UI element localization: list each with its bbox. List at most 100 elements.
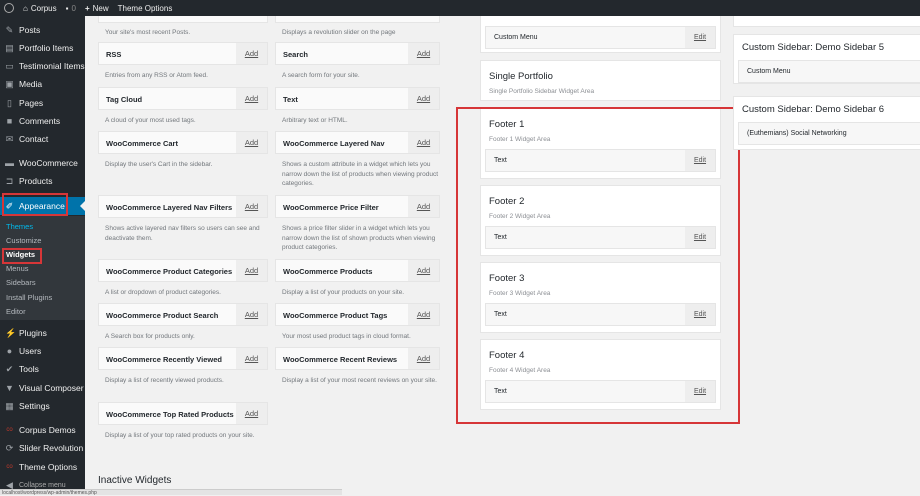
- available-widget[interactable]: WooCommerce Product Tags Add: [275, 303, 440, 326]
- add-widget-button[interactable]: Add: [236, 196, 267, 217]
- add-widget-button[interactable]: Add: [236, 304, 267, 325]
- widget-name: Custom Menu: [494, 34, 538, 41]
- available-widget[interactable]: WooCommerce Layered Nav Filters Add: [98, 195, 268, 218]
- widget-title: WooCommerce Products: [283, 267, 373, 276]
- menu-item-testimonial-items[interactable]: ▭ Testimonial Items: [0, 57, 85, 75]
- widget-title: WooCommerce Recently Viewed: [106, 355, 223, 364]
- add-widget-button[interactable]: Add: [408, 88, 439, 109]
- submenu-sidebars[interactable]: Sidebars: [6, 278, 36, 287]
- menu-label: Products: [19, 176, 53, 186]
- menu-item-pages[interactable]: ▯ Pages: [0, 94, 85, 112]
- site-name-link[interactable]: ⌂ Corpus: [23, 4, 57, 13]
- pin-icon: ✎: [5, 24, 14, 35]
- add-widget-button[interactable]: Add: [408, 348, 439, 369]
- sidebar-widget[interactable]: Custom Menu Edit: [485, 26, 716, 49]
- menu-item-products[interactable]: ⊐ Products: [0, 172, 85, 190]
- available-widget[interactable]: Text Add: [275, 87, 440, 110]
- available-widget[interactable]: WooCommerce Cart Add: [98, 131, 268, 154]
- add-widget-button[interactable]: Add: [408, 260, 439, 281]
- corpus-icon: co: [6, 426, 13, 433]
- plus-icon: +: [84, 3, 90, 13]
- wordpress-logo-icon[interactable]: [4, 3, 14, 13]
- add-widget-button[interactable]: Add: [408, 304, 439, 325]
- testimonial-icon: ▭: [5, 60, 14, 71]
- custom-sidebar-6[interactable]: Custom Sidebar: Demo Sidebar 6 (Euthemian…: [733, 96, 920, 150]
- add-widget-button[interactable]: Add: [236, 88, 267, 109]
- menu-label: Settings: [19, 401, 50, 411]
- edit-widget-button[interactable]: Edit: [685, 27, 715, 48]
- available-widget[interactable]: WooCommerce Recently Viewed Add: [98, 347, 268, 370]
- add-widget-button[interactable]: Add: [236, 348, 267, 369]
- comment-count: 0: [71, 3, 76, 13]
- menu-item-contact[interactable]: ✉ Contact: [0, 130, 85, 148]
- menu-label: Plugins: [19, 328, 47, 338]
- menu-item-portfolio-items[interactable]: ▤ Portfolio Items: [0, 39, 85, 57]
- available-widget[interactable]: RSS Add: [98, 42, 268, 65]
- sidebar-widget[interactable]: Custom Menu: [738, 60, 920, 83]
- available-widget[interactable]: WooCommerce Products Add: [275, 259, 440, 282]
- widget-title: WooCommerce Product Categories: [106, 267, 233, 276]
- slider-icon: ⟳: [5, 442, 14, 453]
- menu-item-slider-revolution[interactable]: ⟳ Slider Revolution: [0, 439, 85, 457]
- add-widget-button[interactable]: Add: [408, 132, 439, 153]
- menu-item-corpus-demos[interactable]: co Corpus Demos: [0, 421, 85, 439]
- menu-item-settings[interactable]: ▦ Settings: [0, 397, 85, 415]
- available-widget[interactable]: Tag Cloud Add: [98, 87, 268, 110]
- widget-desc: Display a list of recently viewed produc…: [105, 377, 224, 384]
- custom-sidebar-5[interactable]: Custom Sidebar: Demo Sidebar 5 Custom Men…: [733, 34, 920, 84]
- available-widget[interactable]: WooCommerce Product Categories Add: [98, 259, 268, 282]
- menu-label: Pages: [19, 98, 44, 108]
- menu-item-plugins[interactable]: ⚡ Plugins: [0, 324, 85, 342]
- widget-title: RSS: [106, 50, 122, 59]
- sidebar-title: Custom Sidebar: Demo Sidebar 6: [742, 104, 885, 115]
- new-link[interactable]: + New: [85, 4, 109, 13]
- submenu-menus[interactable]: Menus: [6, 264, 29, 273]
- add-widget-button[interactable]: Add: [408, 196, 439, 217]
- comments-link[interactable]: ▪ 0: [66, 4, 76, 13]
- add-widget-button[interactable]: Add: [236, 132, 267, 153]
- widget-desc: Display a list of your most recent revie…: [282, 377, 437, 384]
- sidebar-widget[interactable]: (Euthemians) Social Networking: [738, 122, 920, 145]
- theme-options-link[interactable]: Theme Options: [118, 4, 173, 13]
- add-widget-button[interactable]: Add: [236, 403, 267, 424]
- submenu-customize[interactable]: Customize: [6, 236, 41, 245]
- widget-title: Tag Cloud: [106, 95, 143, 104]
- menu-item-tools[interactable]: ✔ Tools: [0, 360, 85, 378]
- add-widget-button[interactable]: Add: [236, 260, 267, 281]
- menu-label: Visual Composer: [19, 383, 84, 393]
- sidebar-area-single-portfolio[interactable]: Single Portfolio Single Portfolio Sidebar…: [480, 60, 721, 101]
- menu-item-posts[interactable]: ✎ Posts: [0, 21, 85, 39]
- menu-label: WooCommerce: [19, 158, 78, 168]
- comment-icon: ▪: [65, 3, 69, 13]
- add-widget-button[interactable]: Add: [236, 43, 267, 64]
- menu-item-visual-composer[interactable]: ▼ Visual Composer: [0, 379, 85, 397]
- widget-title: Search: [283, 50, 309, 59]
- widget-title: WooCommerce Recent Reviews: [283, 355, 398, 364]
- menu-item-theme-options[interactable]: co Theme Options: [0, 458, 85, 476]
- submenu-editor[interactable]: Editor: [6, 307, 26, 316]
- widget-name: (Euthemians) Social Networking: [747, 130, 847, 137]
- available-widget[interactable]: WooCommerce Top Rated Products Add: [98, 402, 268, 425]
- submenu-install-plugins[interactable]: Install Plugins: [6, 293, 52, 302]
- menu-item-users[interactable]: ● Users: [0, 342, 85, 360]
- menu-label: Corpus Demos: [19, 425, 76, 435]
- available-widget[interactable]: WooCommerce Product Search Add: [98, 303, 268, 326]
- plugin-icon: ⚡: [5, 327, 17, 338]
- add-widget-button[interactable]: Add: [408, 43, 439, 64]
- widget-desc: Display a list of your top rated product…: [105, 432, 255, 439]
- woocommerce-icon: ▬: [5, 157, 14, 168]
- menu-item-woocommerce[interactable]: ▬ WooCommerce: [0, 154, 85, 172]
- available-widget[interactable]: Search Add: [275, 42, 440, 65]
- widget-title: WooCommerce Layered Nav Filters: [106, 203, 233, 212]
- settings-icon: ▦: [5, 400, 14, 411]
- available-widget[interactable]: WooCommerce Recent Reviews Add: [275, 347, 440, 370]
- menu-label: Users: [19, 346, 42, 356]
- submenu-themes[interactable]: Themes: [6, 222, 33, 231]
- available-widget[interactable]: WooCommerce Layered Nav Add: [275, 131, 440, 154]
- menu-item-media[interactable]: ▣ Media: [0, 75, 85, 93]
- widget-desc: Shows a custom attribute in a widget whi…: [282, 161, 439, 187]
- available-widget[interactable]: WooCommerce Price Filter Add: [275, 195, 440, 218]
- widget-desc: Shows a price filter slider in a widget …: [282, 225, 436, 251]
- menu-item-comments[interactable]: ■ Comments: [0, 112, 85, 130]
- portfolio-icon: ▤: [5, 42, 14, 53]
